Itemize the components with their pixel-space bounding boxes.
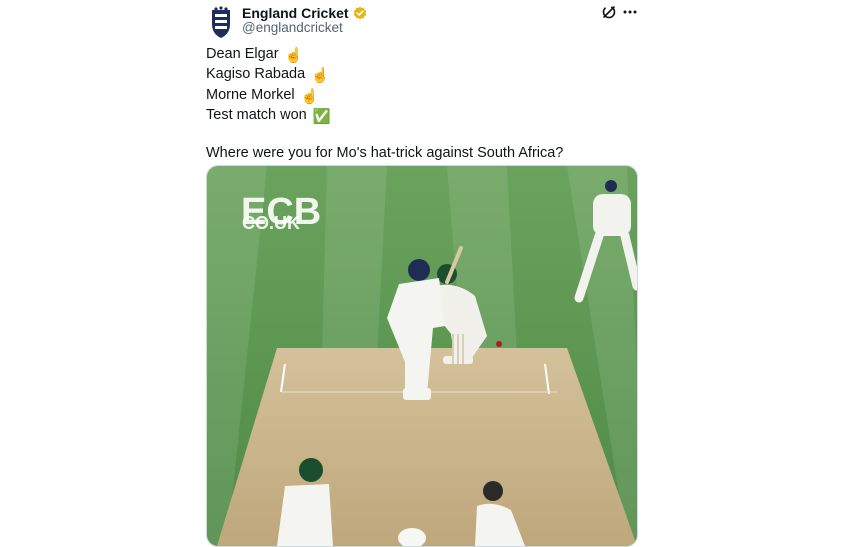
cricket-video-frame: ECB CO.UK	[207, 166, 637, 546]
pointing-up-emoji-icon: ☝	[284, 48, 303, 64]
more-options-button[interactable]	[621, 4, 639, 20]
tweet-line-text: Kagiso Rabada	[206, 66, 306, 83]
ecb-lions-crest-icon	[212, 6, 230, 38]
pointing-up-emoji-icon: ☝	[300, 88, 319, 105]
tweet-line-text: Dean Elgar	[206, 46, 279, 62]
author-handle[interactable]: @englandcricket	[242, 20, 343, 35]
author-display-name[interactable]: England Cricket	[242, 5, 349, 21]
check-mark-emoji-icon: ✅	[312, 108, 331, 125]
avatar[interactable]	[206, 6, 236, 40]
tweet-line-text: Morne Morkel	[206, 86, 295, 103]
tweet-video[interactable]: ECB CO.UK	[206, 165, 638, 547]
tweet-line-text: Test match won	[206, 106, 307, 123]
tweet-question: Where were you for Mo's hat-trick agains…	[206, 145, 564, 162]
tweet-text: Dean Elgar ☝ Kagiso Rabada ☝ Morne Morkel ☝…	[206, 45, 563, 162]
pointing-up-emoji-icon: ☝	[311, 68, 330, 85]
tweet-line: Test match won ✅	[206, 106, 563, 126]
cricket-ball	[496, 341, 502, 347]
grok-icon	[602, 5, 616, 19]
ecb-watermark-line2: CO.UK	[242, 213, 300, 233]
tweet-line: Kagiso Rabada ☝	[206, 65, 563, 85]
tweet-line: Dean Elgar ☝	[206, 45, 563, 65]
line-break	[206, 126, 563, 144]
grok-button[interactable]	[601, 4, 617, 20]
tweet-line: Morne Morkel ☝	[206, 86, 563, 106]
more-options-icon	[623, 10, 637, 14]
gold-verified-badge-icon	[353, 6, 366, 20]
